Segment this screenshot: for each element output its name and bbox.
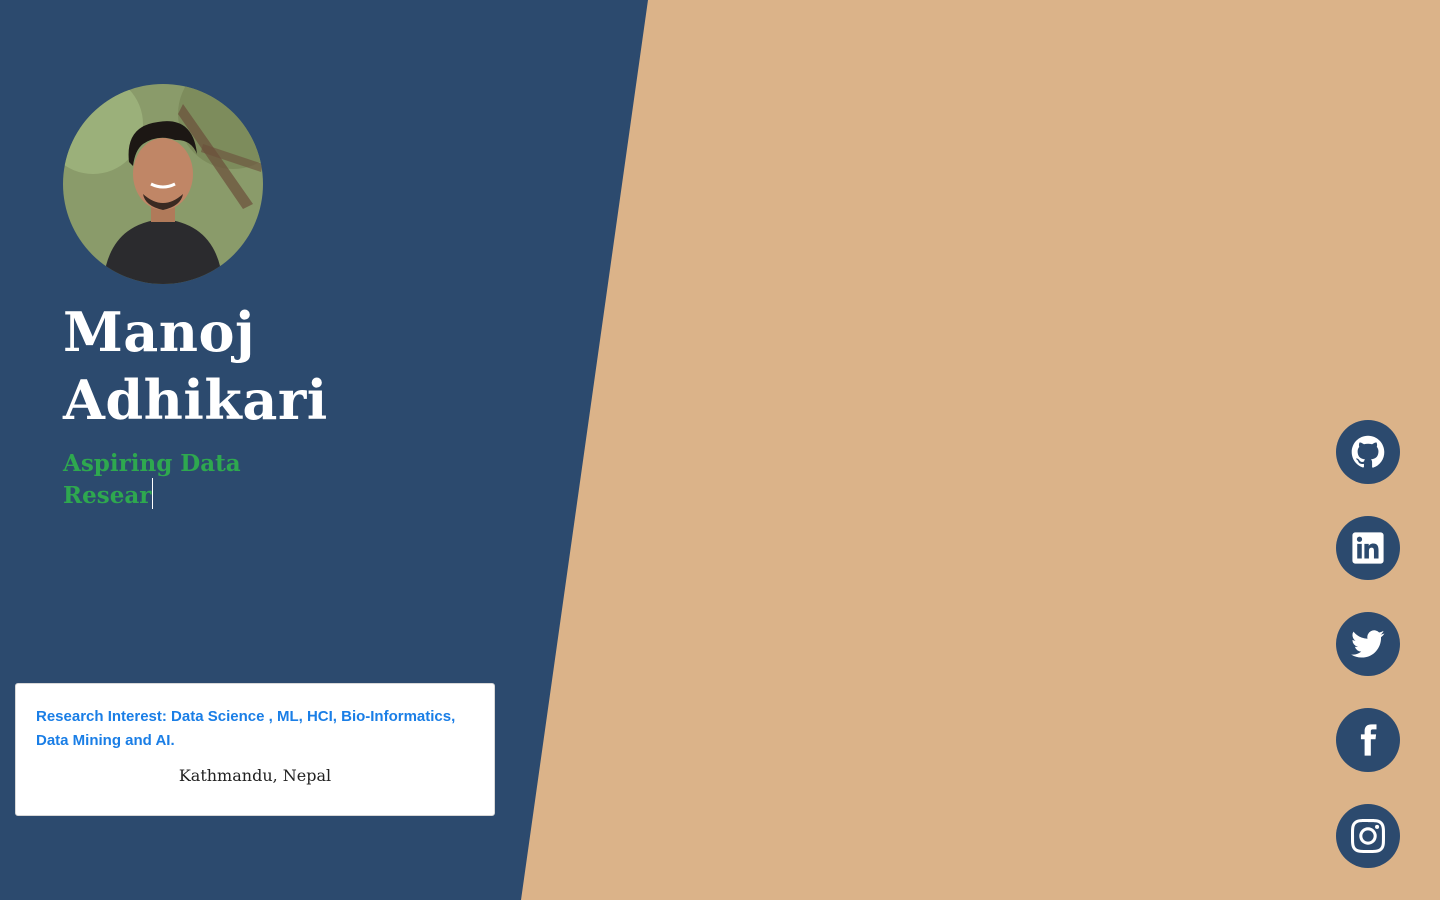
github-icon (1351, 435, 1385, 468)
github-button[interactable] (1336, 420, 1400, 484)
facebook-icon (1360, 724, 1377, 756)
linkedin-icon (1352, 532, 1384, 564)
research-interest: Research Interest: Data Science , ML, HC… (36, 708, 456, 749)
typed-tagline: Aspiring Data Resear (63, 449, 263, 510)
info-card: Research Interest: Data Science , ML, HC… (15, 683, 495, 816)
last-name: Adhikari (63, 368, 328, 432)
instagram-icon (1351, 819, 1385, 853)
linkedin-button[interactable] (1336, 516, 1400, 580)
twitter-icon (1351, 630, 1385, 658)
twitter-button[interactable] (1336, 612, 1400, 676)
facebook-button[interactable] (1336, 708, 1400, 772)
location: Kathmandu, Nepal (178, 766, 332, 785)
profile-avatar (63, 84, 263, 284)
first-name: Manoj (63, 300, 256, 364)
profile-name: Manoj Adhikari (63, 298, 328, 434)
typing-cursor (152, 478, 154, 509)
instagram-button[interactable] (1336, 804, 1400, 868)
